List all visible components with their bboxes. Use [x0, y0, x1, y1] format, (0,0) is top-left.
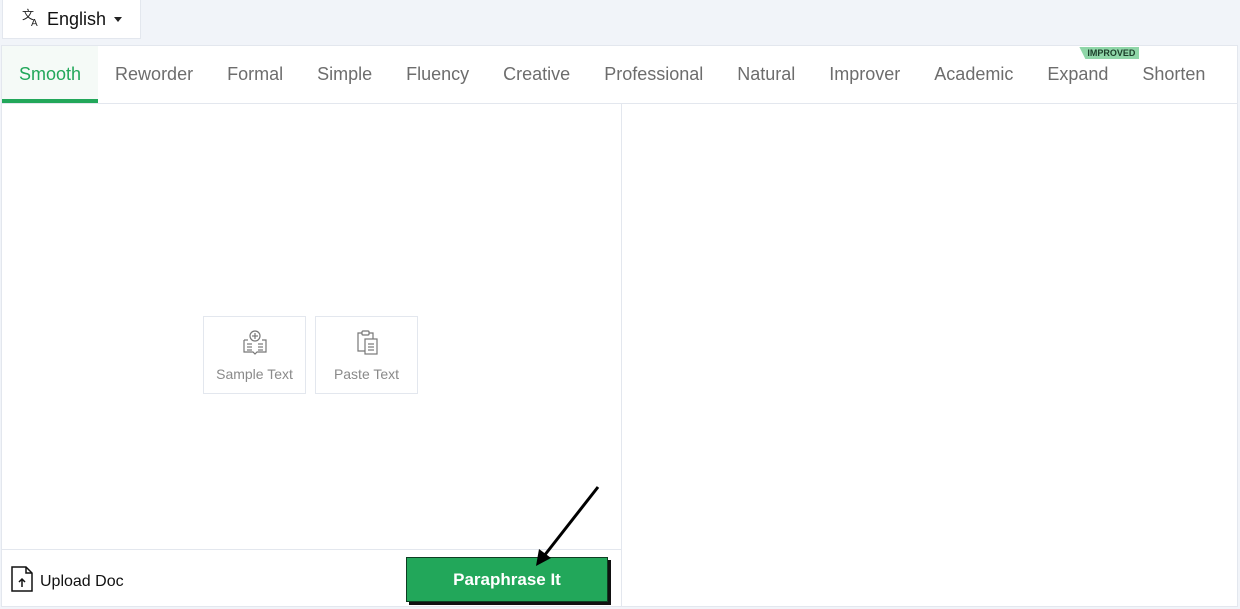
- language-label: English: [46, 8, 107, 29]
- sample-text-button[interactable]: Sample Text: [203, 316, 306, 394]
- tab-label: Academic: [934, 64, 1014, 84]
- input-panel[interactable]: Sample Text Paste Text Upload Doc Paraph…: [2, 103, 622, 606]
- translate-icon: 文A: [21, 7, 41, 32]
- tab-label: Reworder: [115, 64, 194, 84]
- tab-fluency[interactable]: Fluency: [389, 46, 486, 103]
- file-upload-icon: [10, 565, 34, 598]
- tab-label: Fluency: [406, 64, 470, 84]
- tab-natural[interactable]: Natural: [720, 46, 812, 103]
- book-plus-icon: [241, 329, 269, 360]
- svg-text:A: A: [31, 18, 38, 27]
- paraphrase-button[interactable]: Paraphrase It: [406, 557, 608, 602]
- tab-label: Natural: [737, 64, 796, 84]
- mode-tabs: Smooth Reworder Formal Simple Fluency Cr…: [2, 46, 1237, 104]
- paste-text-label: Paste Text: [333, 365, 400, 382]
- chevron-down-icon: [114, 16, 123, 22]
- sample-text-label: Sample Text: [216, 365, 293, 382]
- paste-text-button[interactable]: Paste Text: [315, 316, 418, 394]
- tab-label: Professional: [604, 64, 704, 84]
- tab-label: Expand: [1047, 64, 1109, 84]
- upload-doc-label: Upload Doc: [40, 572, 124, 590]
- tab-label: Improver: [829, 64, 901, 84]
- tab-formal[interactable]: Formal: [210, 46, 300, 103]
- tab-improver[interactable]: Improver: [812, 46, 917, 103]
- input-bottom-bar: Upload Doc Paraphrase It: [2, 549, 621, 607]
- tab-reworder[interactable]: Reworder: [98, 46, 210, 103]
- input-actions: Sample Text Paste Text: [203, 316, 418, 394]
- tab-simple[interactable]: Simple: [300, 46, 389, 103]
- language-selector[interactable]: 文A English: [2, 0, 141, 39]
- tab-shorten[interactable]: Shorten: [1125, 46, 1222, 103]
- output-panel: [622, 103, 1237, 606]
- tab-label: Shorten: [1142, 64, 1206, 84]
- tab-label: Formal: [227, 64, 284, 84]
- tab-label: Simple: [317, 64, 373, 84]
- tab-professional[interactable]: Professional: [587, 46, 720, 103]
- tab-label: Creative: [503, 64, 571, 84]
- upload-doc-button[interactable]: Upload Doc: [10, 565, 124, 598]
- tab-smooth[interactable]: Smooth: [2, 46, 99, 103]
- tab-creative[interactable]: Creative: [486, 46, 587, 103]
- paraphraser-card: Smooth Reworder Formal Simple Fluency Cr…: [1, 45, 1238, 607]
- clipboard-icon: [353, 329, 381, 360]
- tab-academic[interactable]: Academic: [917, 46, 1030, 103]
- tab-label: Smooth: [19, 64, 82, 84]
- tab-expand[interactable]: Expand IMPROVED: [1030, 46, 1140, 103]
